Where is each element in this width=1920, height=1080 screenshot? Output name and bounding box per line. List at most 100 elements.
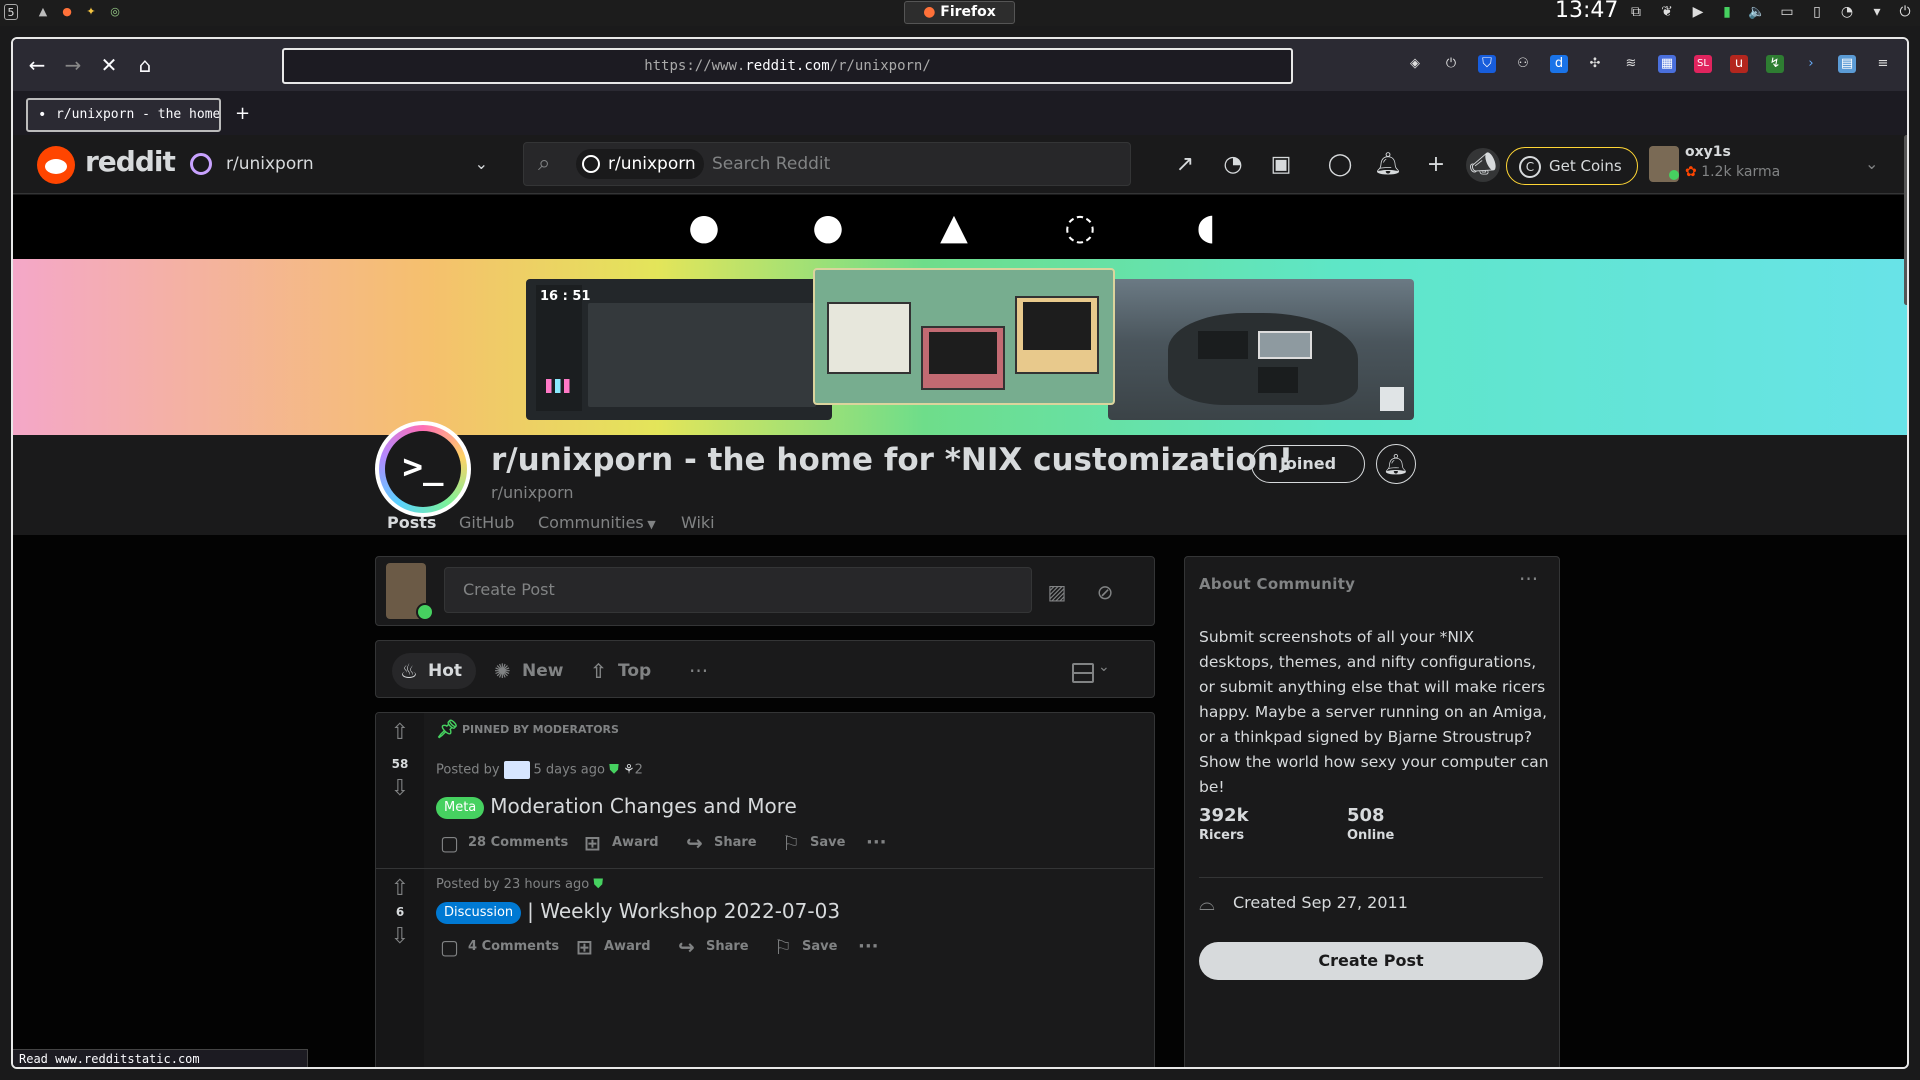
scrollbar[interactable]	[1904, 135, 1907, 305]
avatar[interactable]	[386, 563, 434, 621]
home-icon[interactable]: ⌂	[133, 53, 157, 77]
tab-communities[interactable]: Communities ▼	[538, 513, 656, 532]
chat-icon[interactable]: ◯	[1326, 151, 1354, 179]
advertise-icon[interactable]: 📣︎	[1466, 148, 1500, 182]
create-post-button[interactable]: Create Post	[1199, 942, 1543, 980]
post-card[interactable]: ⇧ 6 ⇩ Posted by 23 hours ago ⛊ Discussio…	[376, 869, 1154, 1067]
arch-icon[interactable]: ▲	[36, 4, 50, 20]
arch-icon[interactable]: ▲	[931, 207, 977, 249]
url-bar[interactable]: https://www.reddit.com/r/unixporn/	[282, 48, 1293, 84]
comments-button[interactable]: ▢ 4 Comments	[438, 933, 559, 961]
sort-top[interactable]: ⇧ Top	[582, 653, 651, 689]
tab-wiki[interactable]: Wiki	[681, 513, 715, 532]
volume-icon[interactable]: 🔈	[1748, 3, 1766, 21]
ublock-icon[interactable]: u	[1730, 55, 1748, 73]
stats-icon[interactable]: ◔	[1219, 151, 1247, 179]
save-button[interactable]: ⚐ Save	[772, 933, 837, 961]
shield-extension-icon[interactable]: ↯	[1766, 55, 1784, 73]
video-icon[interactable]: ▣	[1267, 151, 1295, 179]
pocket-icon[interactable]: ◈	[1406, 55, 1424, 73]
sl-icon[interactable]: SL	[1694, 55, 1712, 73]
chrome-icon[interactable]: ◎	[108, 4, 122, 20]
share-button[interactable]: ↪ Share	[684, 829, 757, 857]
power-icon[interactable]: ⏻	[1896, 3, 1914, 21]
post-flair[interactable]: Meta	[436, 796, 485, 819]
firefox-icon[interactable]: ●	[60, 4, 74, 20]
forward-icon[interactable]: →	[61, 53, 85, 77]
create-post-input[interactable]: Create Post	[444, 567, 1032, 613]
bell-icon[interactable]: 🔔︎	[1376, 444, 1416, 484]
share-button[interactable]: ↪ Share	[676, 933, 749, 961]
lock-icon[interactable]: ▮	[1718, 3, 1736, 21]
play-icon[interactable]: ▶	[1689, 3, 1707, 21]
stop-icon[interactable]: ✕	[97, 53, 121, 77]
post-age[interactable]: 23 hours ago	[504, 877, 590, 892]
back-icon[interactable]: ←	[25, 53, 49, 77]
windows-icon[interactable]: ▦	[1658, 55, 1676, 73]
more-options-button[interactable]: ···	[866, 829, 887, 857]
search-input[interactable]: Search Reddit	[712, 154, 830, 174]
joined-button[interactable]: Joined	[1251, 445, 1365, 483]
sort-hot[interactable]: ♨ Hot	[392, 653, 477, 689]
container-icon[interactable]: ▤	[1838, 55, 1856, 73]
downvote-icon[interactable]: ⇩	[388, 777, 412, 801]
author-avatar[interactable]	[503, 761, 530, 779]
tab-github[interactable]: GitHub	[459, 513, 514, 532]
debian-icon[interactable]: ◌	[1057, 207, 1103, 249]
online-stat: 508 Online	[1347, 805, 1394, 843]
user-menu[interactable]: oxy1s ✿ 1.2k karma ⌄	[1649, 144, 1907, 186]
tab-posts[interactable]: Posts	[376, 513, 447, 539]
upvote-icon[interactable]: ⇧	[388, 877, 412, 901]
chevron-down-icon[interactable]: ⌄	[1098, 659, 1110, 675]
search-bar[interactable]: ⌕ r/unixporn Search Reddit	[523, 142, 1131, 186]
new-tab-button[interactable]: +	[235, 103, 250, 124]
more-sort-options[interactable]: ···	[689, 653, 708, 689]
award-button[interactable]: ⊞ Award	[574, 933, 651, 961]
translate-icon[interactable]: d	[1550, 55, 1568, 73]
app-icon[interactable]: ✦	[84, 4, 98, 20]
browser-tab[interactable]: • r/unixporn - the home for *NIX customiz…	[26, 98, 221, 132]
save-button[interactable]: ⚐ Save	[780, 829, 845, 857]
sparkle-icon[interactable]: ✣	[1586, 55, 1604, 73]
gentoo-icon[interactable]: ◖	[1183, 207, 1229, 249]
popular-icon[interactable]: ↗	[1171, 151, 1199, 179]
power-extension-icon[interactable]: ⏻	[1442, 55, 1460, 73]
more-options-button[interactable]: ···	[858, 933, 879, 961]
create-post-icon[interactable]: +	[1422, 151, 1450, 179]
post-card[interactable]: ⇧ 58 ⇩ 📌︎ PINNED BY MODERATORS Posted by 5…	[376, 713, 1154, 868]
upvote-icon[interactable]: ⇧	[388, 721, 412, 745]
reddit-wordmark[interactable]: reddit	[85, 145, 176, 178]
link-icon[interactable]: ⊘	[1092, 579, 1118, 605]
menu-icon[interactable]: ≡	[1874, 55, 1892, 73]
comments-button[interactable]: ▢ 28 Comments	[438, 829, 568, 857]
post-title[interactable]: Discussion | Weekly Workshop 2022-07-03	[436, 899, 840, 924]
url-path: /r/unixporn/	[829, 58, 931, 74]
chevron-right-icon[interactable]: ›	[1802, 55, 1820, 73]
image-icon[interactable]: ▨	[1044, 579, 1070, 605]
post-age[interactable]: 5 days ago	[534, 763, 605, 778]
apple-icon[interactable]: ●	[805, 207, 851, 249]
more-options-icon[interactable]: ···	[1519, 567, 1538, 591]
feather-icon[interactable]: ❦	[1658, 3, 1676, 21]
sort-new[interactable]: ✺ New	[486, 653, 563, 689]
get-coins-button[interactable]: C Get Coins	[1506, 147, 1638, 185]
view-mode-icon[interactable]	[1072, 663, 1094, 683]
post-flair[interactable]: Discussion	[436, 901, 522, 924]
workspace-indicator[interactable]: 5	[4, 4, 18, 20]
mask-icon[interactable]: ⚇	[1514, 55, 1532, 73]
search-scope-chip[interactable]: r/unixporn	[576, 149, 704, 179]
chevron-down-icon[interactable]: ▾	[1868, 3, 1886, 21]
downvote-icon[interactable]: ⇩	[388, 925, 412, 949]
bitwarden-icon[interactable]: ⛉	[1478, 55, 1496, 73]
award-button[interactable]: ⊞ Award	[582, 829, 659, 857]
window-tray-icon[interactable]: ⧉	[1627, 3, 1645, 21]
stack-icon[interactable]: ≋	[1622, 55, 1640, 73]
notifications-icon[interactable]: 🔔︎	[1374, 151, 1402, 179]
community-selector[interactable]: r/unixporn ⌄	[188, 149, 488, 179]
clipboard-icon[interactable]: ▭	[1778, 3, 1796, 21]
wifi-icon[interactable]: ◔	[1838, 3, 1856, 21]
reddit-logo-icon[interactable]	[37, 146, 75, 184]
freebsd-icon[interactable]: ●	[681, 207, 727, 249]
post-title[interactable]: Meta Moderation Changes and More	[436, 794, 797, 819]
battery-icon[interactable]: ▯	[1808, 3, 1826, 21]
